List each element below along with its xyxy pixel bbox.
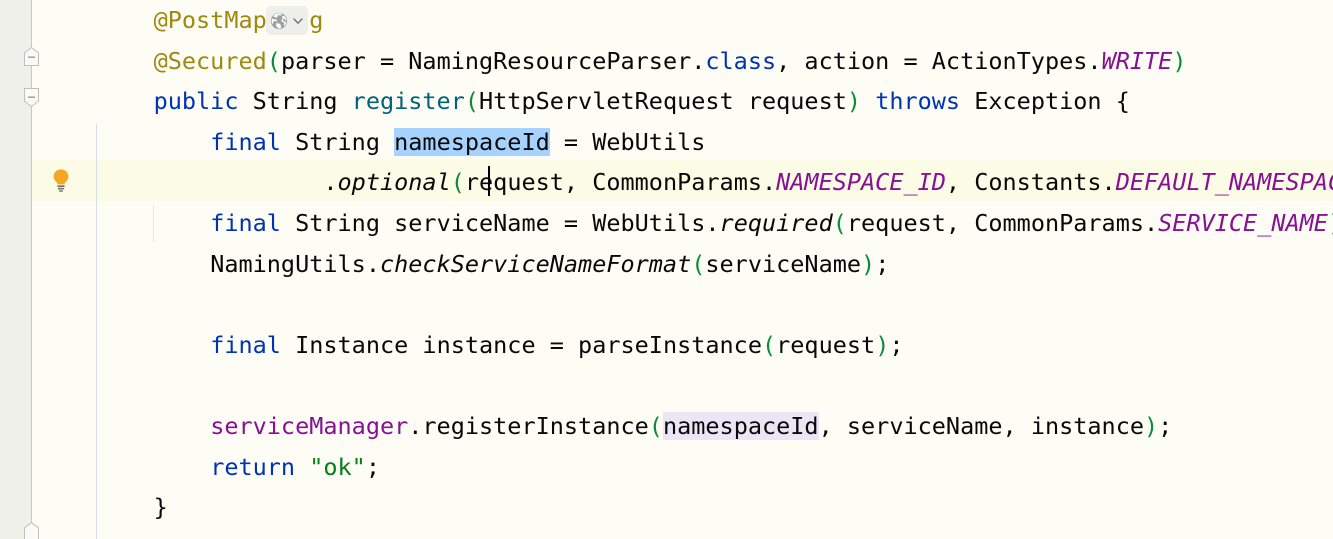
fold-marker-end-icon[interactable] [23, 521, 40, 539]
indent-guide [96, 124, 97, 539]
code-token: , serviceName, instance [818, 412, 1145, 440]
code-token: String [280, 127, 395, 156]
code-token: ( [266, 46, 281, 75]
code-token: public [153, 87, 239, 116]
selected-token: namespaceId [394, 127, 550, 156]
code-token: ( [832, 209, 847, 237]
code-token: return [210, 452, 296, 481]
code-token: throws [875, 87, 961, 116]
chevron-down-icon[interactable] [291, 14, 305, 28]
usage-highlighted-token: namespaceId [662, 412, 819, 440]
code-token: "ok" [309, 452, 366, 481]
code-token: ) [1172, 46, 1187, 75]
intention-bulb-icon[interactable] [50, 168, 72, 192]
fold-marker-expanded-icon[interactable] [23, 87, 40, 108]
code-token: SERVICE_NAME [1158, 209, 1328, 237]
code-token: ; [875, 249, 890, 278]
globe-icon[interactable] [269, 11, 289, 31]
code-token: String serviceName = WebUtils. [280, 209, 720, 237]
code-line[interactable]: return "ok"; [97, 447, 1333, 488]
code-line[interactable]: } [97, 487, 1333, 528]
code-line[interactable]: @Secured(parser = NamingResourceParser.c… [97, 41, 1333, 82]
code-token: ) [875, 330, 890, 359]
code-token: ( [450, 168, 465, 197]
url-mapping-inlay[interactable] [266, 6, 308, 35]
code-token: ) [846, 87, 862, 116]
editor-gutter[interactable] [0, 0, 31, 539]
code-token: final [210, 127, 281, 156]
fold-marker-collapsed-icon[interactable] [23, 46, 40, 67]
code-token: parser = NamingResourceParser. [280, 46, 706, 75]
code-token: } [153, 493, 168, 522]
code-token: NamingUtils. [210, 249, 380, 278]
code-line[interactable]: .optional(request, CommonParams.NAMESPAC… [97, 162, 1333, 203]
code-line[interactable]: public String register(HttpServletReques… [97, 81, 1333, 122]
code-token: WRITE [1101, 46, 1173, 75]
code-token: serviceManager [210, 412, 409, 440]
code-token: checkServiceNameFormat [379, 249, 692, 278]
code-token: request [776, 330, 876, 359]
code-token: serviceName [705, 249, 862, 278]
code-token: ( [648, 412, 663, 440]
code-token: optional [337, 168, 451, 197]
code-token: ) [1328, 209, 1333, 237]
code-line[interactable]: serviceManager.registerInstance(namespac… [97, 406, 1333, 447]
code-token: HttpServletRequest request [479, 87, 847, 116]
code-token: ( [464, 87, 480, 116]
code-token: Exception { [960, 87, 1130, 116]
code-token: . [323, 168, 338, 197]
code-token: String [238, 87, 352, 116]
code-token: request, CommonParams. [464, 168, 777, 197]
code-line[interactable]: final String namespaceId = WebUtils [97, 122, 1333, 163]
text-caret [488, 166, 490, 196]
code-token: ( [761, 330, 777, 359]
code-text-area[interactable]: @PostMapping @Secured(parser = NamingRes… [0, 0, 1333, 539]
code-token: .registerInstance [408, 412, 649, 440]
code-token: final [210, 330, 281, 359]
code-token: NAMESPACE_ID [776, 168, 946, 197]
code-token: final [210, 209, 281, 237]
code-token: ; [365, 452, 380, 481]
code-token: ( [691, 249, 706, 278]
code-token: , action = ActionTypes. [776, 46, 1102, 75]
code-token: register [351, 87, 465, 116]
code-token: @Secured [153, 46, 267, 75]
code-line[interactable]: final String serviceName = WebUtils.requ… [97, 203, 1333, 244]
code-line[interactable]: final Instance instance = parseInstance(… [97, 325, 1333, 366]
code-editor[interactable]: @PostMapping @Secured(parser = NamingRes… [0, 0, 1333, 539]
code-token: ; [1158, 412, 1173, 440]
code-token: required [719, 209, 833, 237]
fold-rail [31, 0, 32, 539]
code-token: , Constants. [945, 168, 1116, 197]
code-token: ) [861, 249, 876, 278]
code-token: ; [889, 330, 904, 359]
indent-guide-secondary [153, 205, 154, 242]
code-token: class [705, 46, 777, 75]
code-token: ) [1144, 412, 1159, 440]
code-token: DEFAULT_NAMESPACE_ID [1115, 168, 1333, 197]
code-line[interactable]: NamingUtils.checkServiceNameFormat(servi… [97, 244, 1333, 285]
code-token: request, CommonParams. [846, 209, 1159, 237]
code-line[interactable] [97, 284, 1333, 325]
code-token: = WebUtils [549, 127, 706, 156]
code-token: Instance instance = parseInstance [280, 330, 762, 359]
code-line[interactable] [97, 365, 1333, 406]
